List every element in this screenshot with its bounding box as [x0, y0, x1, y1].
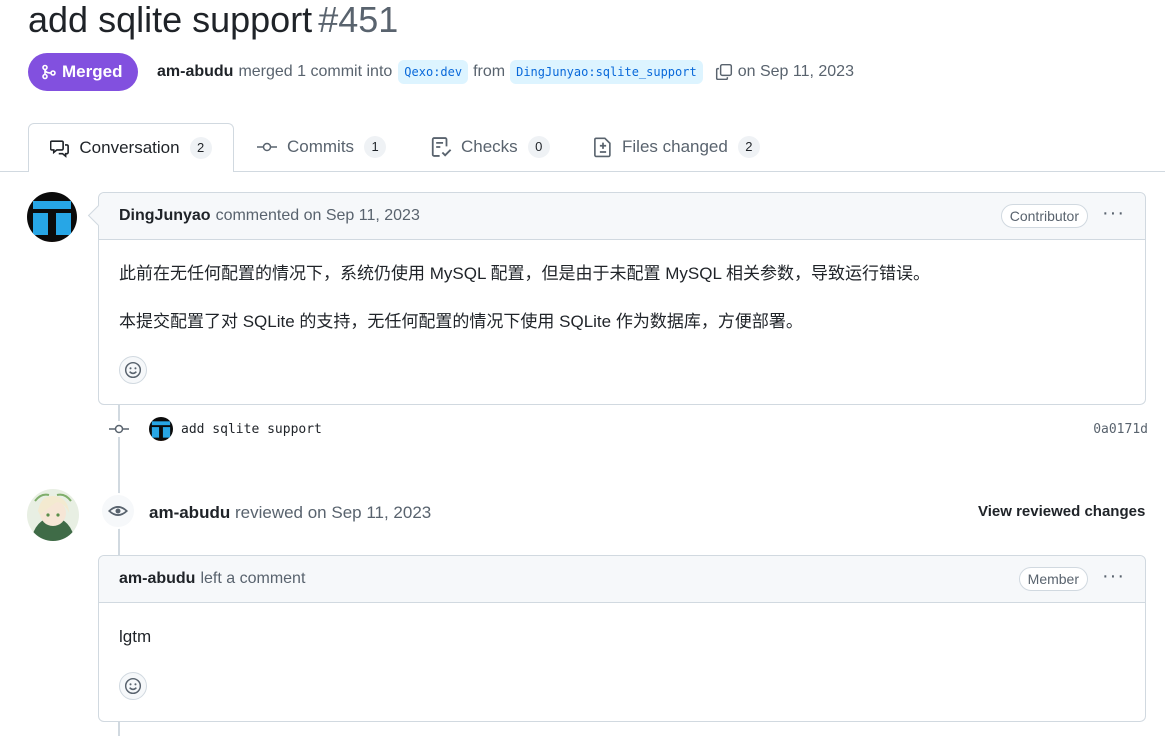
reviewer-link[interactable]: am-abudu: [149, 503, 230, 522]
review-action[interactable]: reviewed on Sep 11, 2023: [235, 503, 431, 522]
avatar-am-abudu[interactable]: [27, 489, 79, 541]
tab-checks-label: Checks: [461, 137, 518, 156]
copy-icon[interactable]: [714, 62, 734, 82]
pr-meta: am-abudu merged 1 commit into Qexo:dev f…: [157, 58, 854, 86]
state-label: Merged: [62, 62, 123, 81]
pr-title: add sqlite support #451: [28, 0, 398, 40]
commit-row: add sqlite support 0a0171d: [108, 414, 1148, 444]
comment-1-author[interactable]: DingJunyao: [119, 207, 211, 225]
comment-1-paragraph-2: 本提交配置了对 SQLite 的支持，无任何配置的情况下使用 SQLite 作为…: [119, 312, 803, 331]
comment-1-paragraph-1: 此前在无任何配置的情况下，系统仍使用 MySQL 配置，但是由于未配置 MySQ…: [119, 264, 930, 283]
tab-conversation-count: 2: [189, 137, 212, 159]
kebab-menu-icon[interactable]: ···: [1102, 203, 1125, 224]
tab-checks-count: 0: [527, 136, 550, 158]
comment-1-body: 此前在无任何配置的情况下，系统仍使用 MySQL 配置，但是由于未配置 MySQ…: [99, 240, 1145, 384]
contributor-badge: Contributor: [1000, 204, 1089, 228]
eye-icon: [100, 493, 136, 529]
tab-commits-label: Commits: [287, 137, 355, 156]
file-diff-icon: [594, 137, 611, 158]
git-commit-icon: [257, 142, 277, 152]
comment-2-header: am-abudu left a comment Member ···: [99, 556, 1145, 603]
commit-message-link[interactable]: add sqlite support: [181, 422, 322, 437]
git-commit-icon: [108, 421, 130, 437]
tab-commits[interactable]: Commits 1: [256, 123, 387, 171]
tab-files-changed[interactable]: Files changed 2: [593, 123, 760, 171]
comment-2-action: left a comment: [200, 570, 306, 587]
comment-card-1: DingJunyao commented on Sep 11, 2023 Con…: [87, 192, 1146, 405]
kebab-menu-icon[interactable]: ···: [1102, 566, 1125, 587]
git-merge-icon: [42, 64, 56, 80]
tab-checks[interactable]: Checks 0: [430, 123, 550, 171]
merger-link[interactable]: am-abudu: [157, 63, 233, 81]
head-branch[interactable]: DingJunyao:sqlite_support: [510, 60, 703, 84]
comment-2-text: lgtm: [119, 627, 152, 646]
view-reviewed-changes-link[interactable]: View reviewed changes: [978, 503, 1145, 520]
pr-number: #451: [318, 0, 399, 40]
avatar-dingjunyao[interactable]: [27, 192, 77, 242]
review-event-text: am-abudu reviewed on Sep 11, 2023: [149, 503, 431, 523]
base-branch[interactable]: Qexo:dev: [398, 60, 469, 84]
member-badge: Member: [1018, 567, 1089, 591]
merge-text: merged 1 commit into: [238, 63, 393, 80]
comment-1-header: DingJunyao commented on Sep 11, 2023 Con…: [87, 193, 1145, 240]
merge-date: on Sep 11, 2023: [737, 63, 854, 80]
tab-conversation[interactable]: Conversation 2: [28, 123, 234, 172]
comment-card-2: am-abudu left a comment Member ··· lgtm: [98, 555, 1146, 722]
tab-commits-count: 1: [364, 136, 387, 158]
tab-files-changed-count: 2: [737, 136, 760, 158]
comment-2-author[interactable]: am-abudu: [119, 570, 195, 588]
add-reaction-smiley-icon[interactable]: [119, 672, 147, 700]
comment-discussion-icon: [50, 140, 70, 158]
comment-2-body: lgtm: [99, 603, 1145, 700]
tab-conversation-label: Conversation: [79, 138, 180, 157]
commit-sha-link[interactable]: 0a0171d: [1093, 422, 1148, 437]
merged-state-badge: Merged: [28, 53, 139, 91]
pr-title-text: add sqlite support: [28, 0, 313, 40]
comment-1-pointer: [87, 204, 110, 227]
tab-files-changed-label: Files changed: [622, 137, 728, 156]
from-text: from: [473, 63, 506, 80]
add-reaction-smiley-icon[interactable]: [119, 356, 147, 384]
checklist-icon: [431, 137, 452, 157]
comment-1-action[interactable]: commented on Sep 11, 2023: [216, 207, 420, 225]
commit-author-avatar[interactable]: [149, 417, 173, 441]
